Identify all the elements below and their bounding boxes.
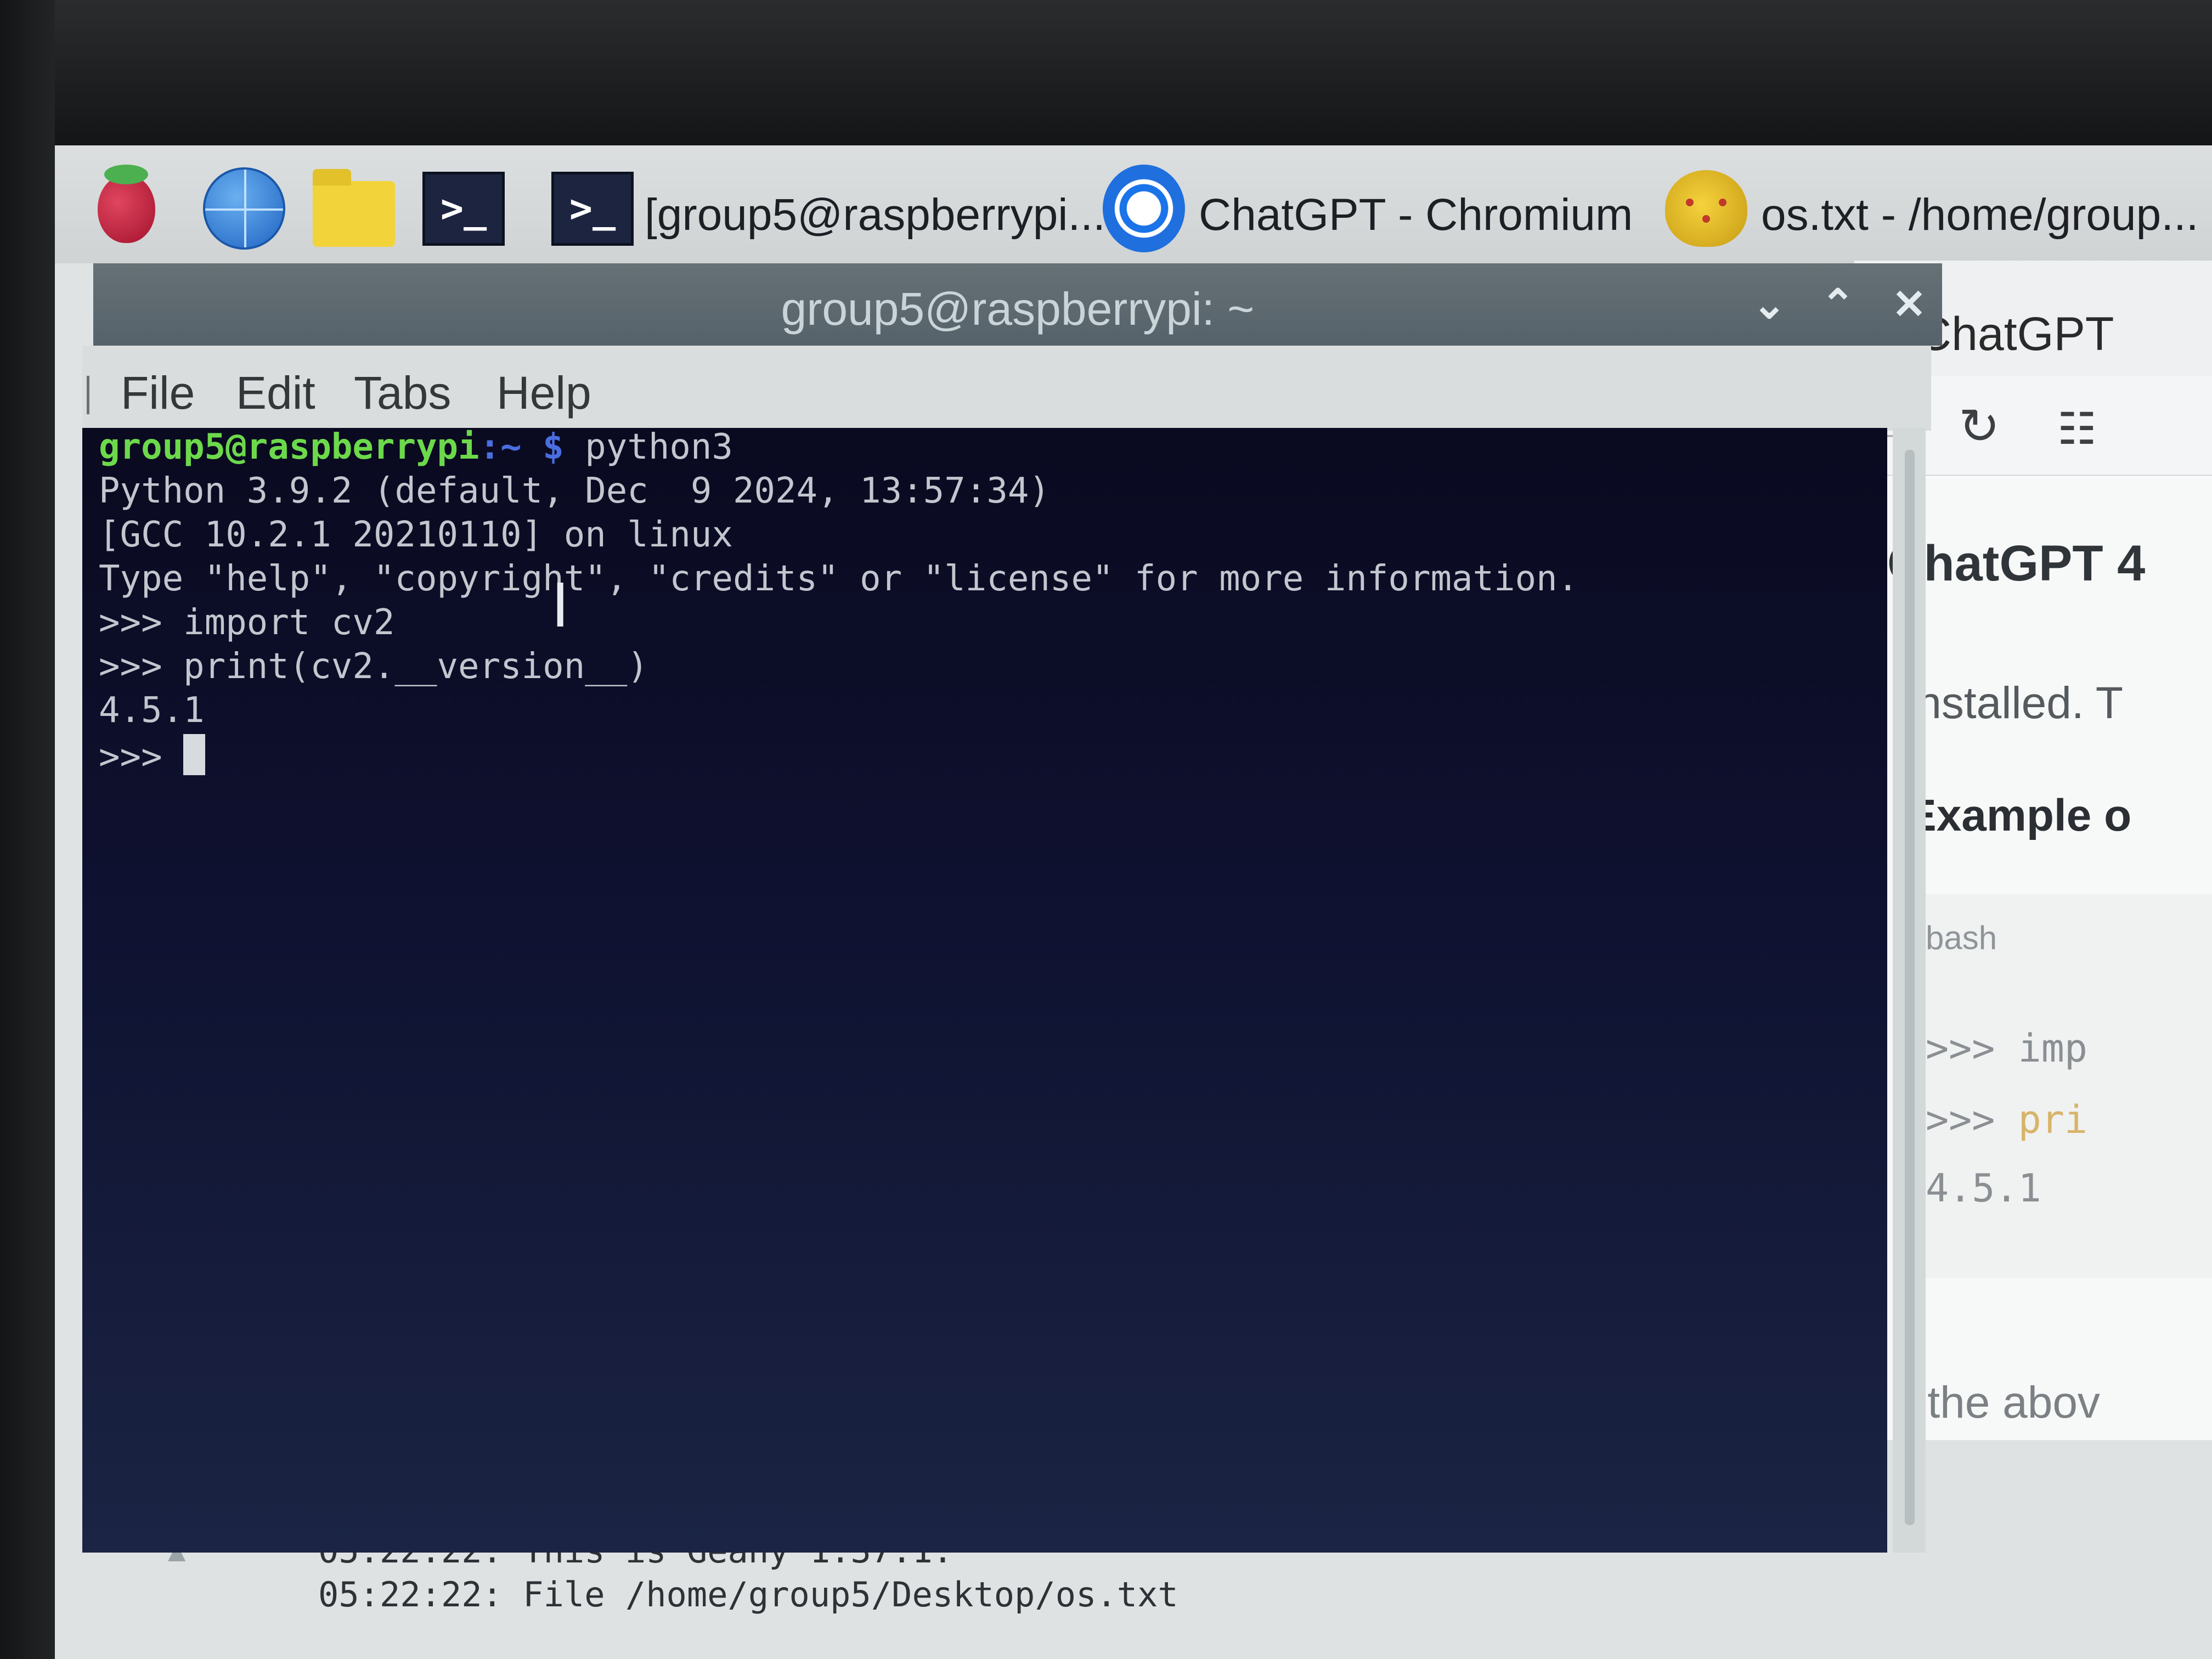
desktop-screen: >_ >_ [group5@raspberrypi... ChatGPT - C… — [55, 145, 2212, 1659]
terminal-title-bar[interactable]: group5@raspberrypi: ~ ⌄ ⌃ ✕ — [93, 263, 1942, 346]
code-prompt: >>> — [1926, 1097, 2018, 1142]
terminal-line: 4.5.1 — [99, 690, 205, 731]
close-icon: ✕ — [1892, 281, 1926, 327]
terminal-line: [GCC 10.2.1 20210110] on linux — [99, 515, 733, 555]
file-manager-icon[interactable] — [313, 167, 395, 250]
terminal-line: >>> import cv2 — [99, 602, 395, 643]
code-language-label: bash — [1926, 919, 1997, 956]
geany-icon[interactable] — [1665, 167, 1747, 250]
terminal-window: group5@raspberrypi: ~ ⌄ ⌃ ✕ File Edit Ta… — [82, 263, 1942, 1659]
maximize-button[interactable]: ⌃ — [1813, 280, 1863, 329]
taskbar-terminal-label[interactable]: [group5@raspberrypi... — [645, 189, 1105, 241]
menubar-grip — [87, 376, 89, 414]
taskbar: >_ >_ [group5@raspberrypi... ChatGPT - C… — [55, 145, 2212, 263]
code-line: >>> pri — [1926, 1097, 2087, 1142]
mouse-ibeam-cursor: I — [551, 571, 569, 641]
code-function: pri — [2018, 1097, 2088, 1142]
code-block: bash >>> imp >>> pri 4.5.1 — [1895, 894, 2212, 1278]
reload-icon[interactable]: ↻ — [1959, 398, 2000, 455]
terminal-launcher-icon[interactable]: >_ — [422, 167, 505, 250]
minimize-button[interactable]: ⌄ — [1745, 280, 1794, 329]
menu-edit[interactable]: Edit — [236, 366, 315, 420]
terminal-line: Type "help", "copyright", "credits" or "… — [99, 558, 1579, 599]
terminal-prompt-line: >>> — [99, 734, 206, 777]
code-line: 4.5.1 — [1926, 1166, 2041, 1211]
menu-help[interactable]: Help — [496, 366, 591, 420]
code-line: >>> imp — [1926, 1026, 2088, 1071]
chevron-down-icon: ⌄ — [1752, 281, 1786, 327]
taskbar-browser-label[interactable]: ChatGPT - Chromium — [1199, 189, 1633, 241]
chat-heading: ChatGPT 4 — [1887, 535, 2146, 591]
chevron-up-icon: ⌃ — [1820, 281, 1855, 327]
chat-paragraph: installed. T — [1906, 678, 2124, 728]
chromium-icon[interactable] — [1103, 165, 1185, 252]
browser-tab-title: ChatGPT — [1917, 308, 2114, 360]
chat-example-heading: Example o — [1906, 791, 2132, 840]
prompt-path: :~ $ — [479, 428, 564, 467]
window-title: group5@raspberrypi: ~ — [781, 283, 1255, 335]
terminal-task-icon[interactable]: >_ — [551, 167, 634, 250]
terminal-line: >>> print(cv2.__version__) — [99, 646, 648, 687]
terminal-menubar: File Edit Tabs Help — [82, 346, 1931, 431]
vertical-scrollbar[interactable] — [1893, 428, 1926, 1553]
terminal-command-line: group5@raspberrypi:~ $ python3 — [99, 428, 733, 467]
vertical-scrollbar-thumb[interactable] — [1905, 450, 1915, 1525]
prompt-user: group5@raspberrypi — [99, 428, 479, 467]
menu-tabs[interactable]: Tabs — [354, 366, 451, 420]
text-cursor — [183, 734, 206, 775]
monitor-bezel-left — [0, 0, 55, 1659]
raspberry-pi-menu-icon[interactable] — [85, 164, 167, 250]
web-browser-icon[interactable] — [203, 167, 285, 250]
terminal-line: Python 3.9.2 (default, Dec 9 2024, 13:57… — [99, 471, 1050, 511]
menu-file[interactable]: File — [121, 366, 195, 420]
terminal-output[interactable]: group5@raspberrypi:~ $ python3 Python 3.… — [82, 428, 1887, 1553]
terminal-command: python3 — [563, 428, 733, 467]
python-prompt: >>> — [99, 737, 184, 777]
taskbar-editor-label[interactable]: os.txt - /home/group... — [1761, 189, 2199, 241]
monitor-bezel-top — [0, 0, 2212, 145]
site-settings-icon[interactable]: ☷ — [2057, 403, 2097, 454]
close-button[interactable]: ✕ — [1884, 280, 1934, 329]
